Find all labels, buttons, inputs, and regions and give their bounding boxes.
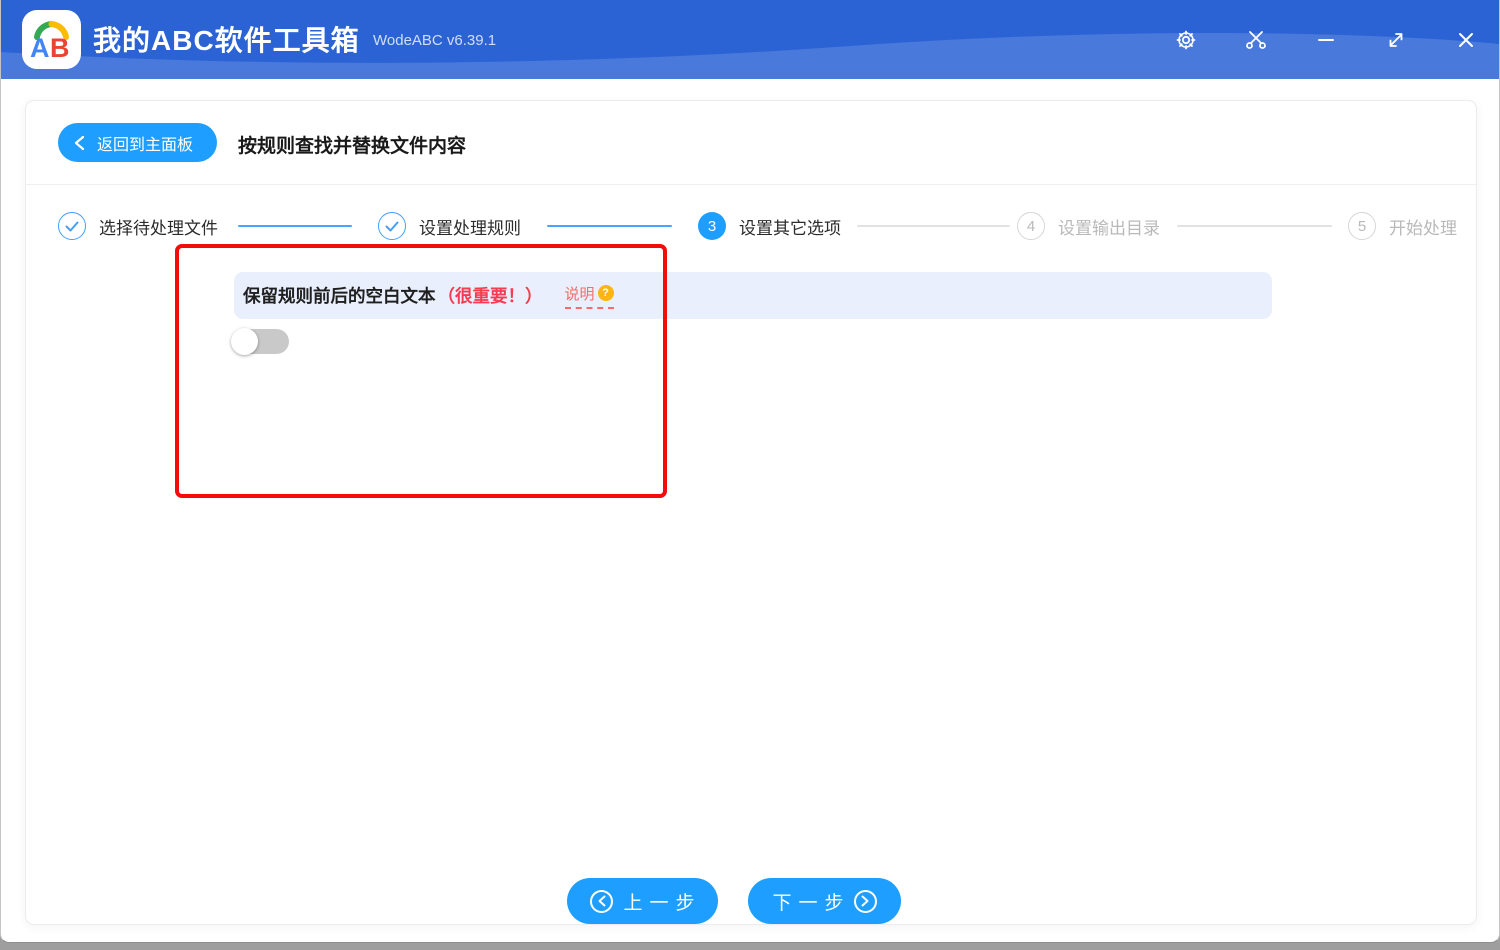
app-window: A B 我的ABC软件工具箱 WodeABC v6.39.1 返回到主面板 按规… [0,0,1500,943]
step-label: 设置输出目录 [1058,218,1160,238]
next-step-label: 下一步 [772,892,851,914]
step-select-files: 选择待处理文件 [58,212,218,240]
circle-chevron-left-icon [590,889,614,913]
step-connector [238,225,352,227]
help-explanation-link[interactable]: 说明 ? [564,283,614,309]
option-label: 保留规则前后的空白文本 [243,286,436,306]
step-output-directory: 4 设置输出目录 [1017,212,1160,240]
next-step-button[interactable]: 下一步 [748,878,901,924]
keep-whitespace-option-banner: 保留规则前后的空白文本 （很重要！） 说明 ? [234,272,1272,319]
page-title: 按规则查找并替换文件内容 [238,136,467,157]
back-to-dashboard-button[interactable]: 返回到主面板 [58,123,218,162]
previous-step-button[interactable]: 上一步 [567,878,718,924]
app-logo: A B [22,10,81,69]
maximize-icon[interactable] [1374,0,1418,79]
back-button-label: 返回到主面板 [97,136,194,154]
question-mark-icon: ? [597,285,614,301]
main-panel: 返回到主面板 按规则查找并替换文件内容 选择待处理文件 设置处理规则 3 设置其… [25,100,1477,925]
close-icon[interactable] [1444,0,1488,79]
title-bar: A B 我的ABC软件工具箱 WodeABC v6.39.1 [1,0,1499,79]
toggle-knob [231,328,258,355]
step-check-icon [58,212,86,240]
settings-gear-icon[interactable] [1164,0,1208,79]
step-label: 设置处理规则 [419,218,521,238]
step-other-options: 3 设置其它选项 [698,212,841,240]
step-number: 5 [1348,212,1376,240]
toolbar-divider [26,184,1476,185]
step-label: 选择待处理文件 [99,218,218,238]
help-link-label: 说明 [564,285,595,303]
option-important-note: （很重要！） [437,286,543,306]
step-label: 开始处理 [1389,218,1457,238]
step-number: 3 [698,212,726,240]
minimize-icon[interactable] [1304,0,1348,79]
app-version: WodeABC v6.39.1 [373,32,497,49]
step-start-processing: 5 开始处理 [1348,212,1457,240]
step-label: 设置其它选项 [739,218,841,238]
circle-chevron-right-icon [853,889,877,913]
svg-text:A: A [30,33,50,63]
step-connector [1177,225,1332,227]
abc-logo-icon: A B [30,21,70,63]
svg-text:B: B [50,33,70,63]
chevron-left-icon [74,135,85,150]
step-connector [857,225,1010,227]
step-number: 4 [1017,212,1045,240]
step-check-icon [378,212,406,240]
step-set-rules: 设置处理规则 [378,212,521,240]
previous-step-label: 上一步 [623,892,702,914]
keep-whitespace-toggle[interactable] [231,328,289,355]
scissors-icon[interactable] [1234,0,1278,79]
app-title: 我的ABC软件工具箱 [93,25,360,56]
step-connector [547,225,672,227]
